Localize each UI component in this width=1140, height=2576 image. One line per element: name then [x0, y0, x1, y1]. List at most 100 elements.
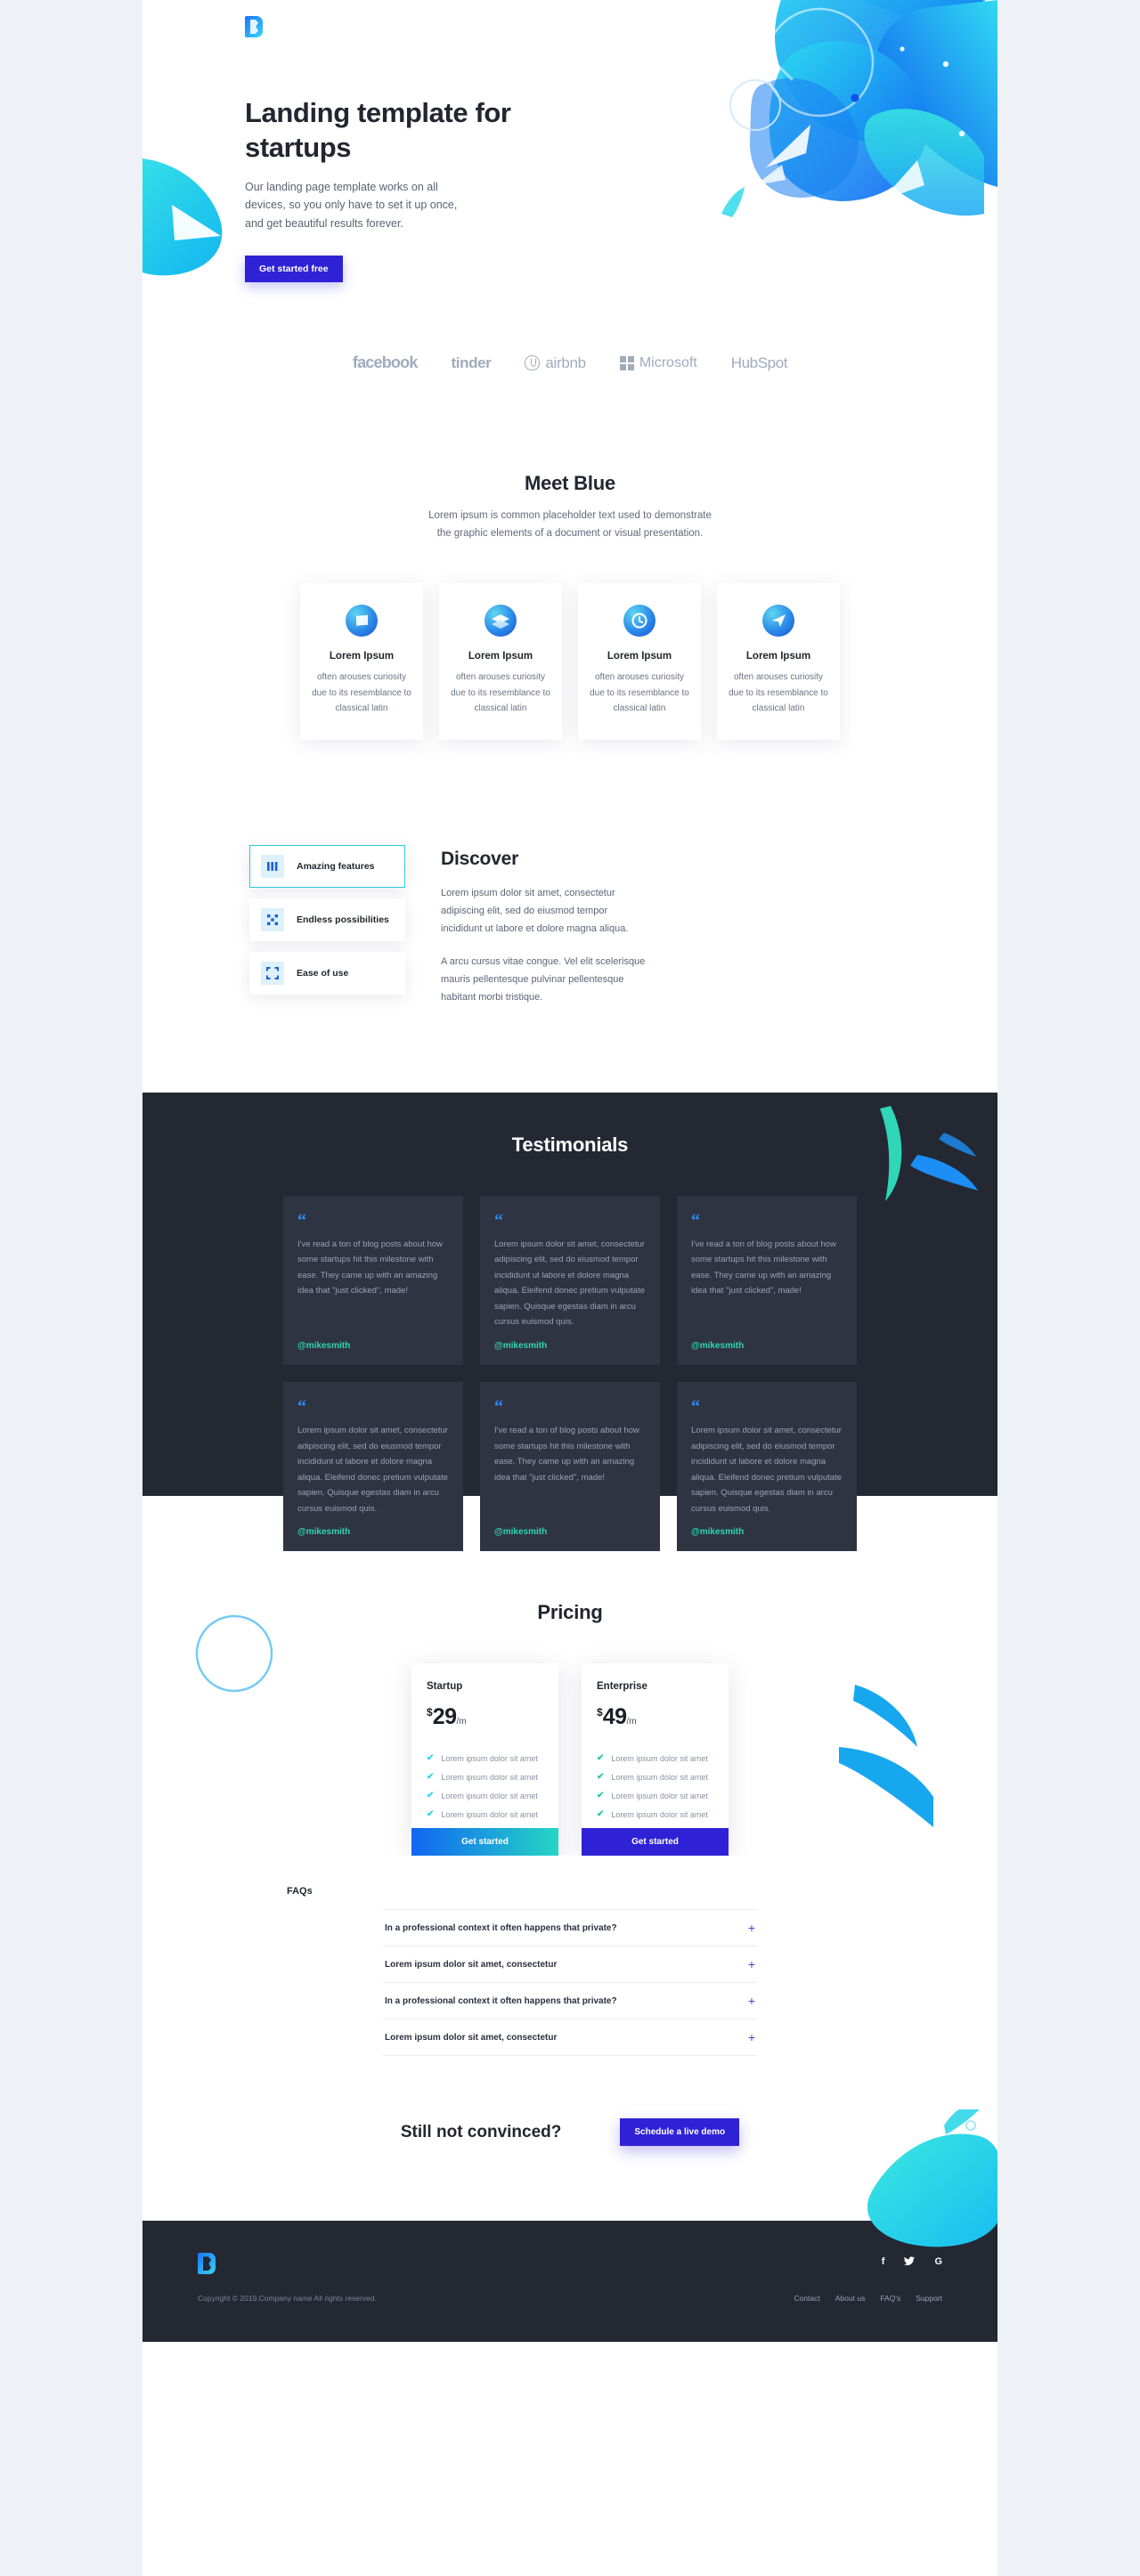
plan-name: Startup — [427, 1681, 463, 1693]
plan-amount: 49 — [602, 1704, 627, 1730]
discover-tab-label: Endless possibilities — [297, 914, 389, 925]
sphere-layers-icon — [484, 605, 517, 638]
feature-card-text: often arouses curiosity due to its resem… — [451, 672, 550, 714]
discover-tab-endless-possibilities[interactable]: Endless possibilities — [249, 898, 405, 941]
discover-tab-label: Amazing features — [297, 860, 375, 872]
plan-feature: ✔ Lorem ipsum dolor sit amet — [427, 1753, 543, 1763]
social-links: f G — [882, 2253, 942, 2269]
discover-tab-amazing-features[interactable]: Amazing features — [249, 844, 405, 888]
discover-tab-ease-of-use[interactable]: Ease of use — [249, 951, 405, 995]
testimonial-card: “ Lorem ipsum dolor sit amet, consectetu… — [677, 1382, 857, 1552]
testimonials-grid-row-1: “ I've read a ton of blog posts about ho… — [142, 1195, 998, 1366]
check-icon: ✔ — [427, 1772, 435, 1783]
google-icon[interactable]: G — [934, 2256, 942, 2269]
scatter-icon — [261, 907, 284, 931]
footer-bottom-row: Copyright © 2019.Company name All rights… — [198, 2294, 942, 2303]
check-icon: ✔ — [597, 1753, 605, 1764]
footer-link-about-us[interactable]: About us — [835, 2294, 866, 2303]
feature-card-title: Lorem Ipsum — [468, 651, 533, 662]
plan-feature: ✔ Lorem ipsum dolor sit amet — [597, 1772, 713, 1782]
plan-feature-text: Lorem ipsum dolor sit amet — [611, 1753, 708, 1763]
plan-feature: ✔ Lorem ipsum dolor sit amet — [597, 1791, 713, 1800]
testimonial-handle[interactable]: @mikesmith — [297, 1341, 449, 1351]
check-icon: ✔ — [427, 1753, 435, 1764]
faqs-title: FAQs — [287, 1886, 313, 1897]
faq-item[interactable]: In a professional context it often happe… — [383, 1982, 757, 2019]
faq-question: Lorem ipsum dolor sit amet, consectetur — [385, 1959, 558, 1970]
testimonial-handle[interactable]: @mikesmith — [494, 1341, 646, 1351]
testimonial-card: “ Lorem ipsum dolor sit amet, consectetu… — [283, 1382, 463, 1552]
footer-link-support[interactable]: Support — [916, 2294, 942, 2303]
logo-airbnb-label: airbnb — [545, 353, 586, 371]
plan-feature: ✔ Lorem ipsum dolor sit amet — [427, 1809, 543, 1819]
check-icon: ✔ — [427, 1791, 435, 1801]
faq-item[interactable]: In a professional context it often happe… — [383, 1909, 757, 1946]
quote-icon: “ — [297, 1210, 306, 1231]
discover-section: Amazing features Endless possibilities E… — [142, 775, 998, 1093]
enterprise-get-started-button[interactable]: Get started — [582, 1828, 729, 1857]
feature-card[interactable]: Lorem Ipsum often arouses curiosity due … — [300, 583, 423, 740]
facebook-icon[interactable]: f — [882, 2256, 885, 2269]
plan-currency: $ — [597, 1706, 603, 1719]
feature-card[interactable]: Lorem Ipsum often arouses curiosity due … — [578, 583, 701, 740]
testimonial-text: I've read a ton of blog posts about how … — [297, 1239, 443, 1296]
hero-title: Landing template for startups — [245, 97, 511, 163]
feature-card-title: Lorem Ipsum — [607, 651, 672, 662]
client-logos-row: facebook tinder airbnb Microsoft HubSpot — [142, 307, 998, 418]
pricing-card-startup: Startup $29/m ✔ Lorem ipsum dolor sit ame… — [411, 1663, 558, 1857]
plan-price: $49/m — [597, 1704, 713, 1730]
hero-section: Landing template for startups Our landin… — [142, 0, 998, 307]
testimonial-handle[interactable]: @mikesmith — [297, 1527, 449, 1537]
footer-top-row: f G — [198, 2253, 942, 2275]
plan-feature-text: Lorem ipsum dolor sit amet — [441, 1809, 538, 1819]
check-icon: ✔ — [597, 1791, 605, 1801]
feature-card[interactable]: Lorem Ipsum often arouses curiosity due … — [717, 583, 840, 740]
testimonials-grid-row-2: “ Lorem ipsum dolor sit amet, consectetu… — [142, 1382, 998, 1552]
schedule-demo-button[interactable]: Schedule a live demo — [620, 2118, 740, 2147]
logo-microsoft-label: Microsoft — [639, 354, 697, 370]
footer-blue-logo-icon[interactable] — [198, 2253, 216, 2275]
logo-tinder-label: tinder — [451, 353, 492, 371]
feature-card-title: Lorem Ipsum — [329, 651, 395, 662]
faq-question: In a professional context it often happe… — [385, 1995, 617, 2006]
faqs-list: FAQs In a professional context it often … — [287, 1886, 757, 2057]
meet-blue-title: Meet Blue — [524, 472, 616, 494]
bars-icon — [261, 854, 284, 878]
twitter-icon[interactable] — [904, 2256, 916, 2269]
quote-icon: “ — [494, 1210, 503, 1231]
meet-blue-subtitle: Lorem ipsum is common placeholder text u… — [428, 510, 712, 539]
footer-link-contact[interactable]: Contact — [794, 2294, 819, 2303]
faq-item[interactable]: Lorem ipsum dolor sit amet, consectetur … — [383, 1946, 757, 1982]
plan-feature-text: Lorem ipsum dolor sit amet — [611, 1772, 708, 1782]
testimonial-text: I've read a ton of blog posts about how … — [691, 1239, 836, 1296]
meet-blue-section: Meet Blue Lorem ipsum is common placehol… — [142, 418, 998, 776]
plan-currency: $ — [427, 1706, 433, 1719]
plus-icon[interactable]: + — [748, 2031, 755, 2044]
feature-card[interactable]: Lorem Ipsum often arouses curiosity due … — [439, 583, 562, 740]
plus-icon[interactable]: + — [748, 1922, 755, 1934]
get-started-free-button[interactable]: Get started free — [245, 256, 343, 283]
feature-card-title: Lorem Ipsum — [745, 651, 811, 662]
quote-icon: “ — [691, 1210, 700, 1231]
check-icon: ✔ — [427, 1809, 435, 1820]
quote-icon: “ — [494, 1397, 503, 1418]
logo-hubspot-label: HubSpot — [730, 353, 788, 371]
feature-card-text: often arouses curiosity due to its resem… — [312, 672, 411, 714]
faq-item[interactable]: Lorem ipsum dolor sit amet, consectetur … — [383, 2019, 757, 2057]
discover-tab-label: Ease of use — [297, 967, 349, 979]
testimonial-handle[interactable]: @mikesmith — [494, 1527, 646, 1537]
footer-link-faqs[interactable]: FAQ's — [880, 2294, 900, 2303]
pricing-cards: Startup $29/m ✔ Lorem ipsum dolor sit ame… — [142, 1663, 998, 1857]
feature-card-text: often arouses curiosity due to its resem… — [729, 672, 828, 714]
testimonial-handle[interactable]: @mikesmith — [691, 1341, 843, 1351]
startup-get-started-button[interactable]: Get started — [411, 1828, 558, 1857]
plan-feature-text: Lorem ipsum dolor sit amet — [611, 1791, 708, 1800]
testimonial-handle[interactable]: @mikesmith — [691, 1527, 843, 1537]
airbnb-icon — [525, 355, 541, 370]
plus-icon[interactable]: + — [748, 1958, 755, 1971]
plus-icon[interactable]: + — [748, 1995, 755, 2007]
blue-logo-icon[interactable] — [245, 16, 263, 37]
testimonial-card: “ Lorem ipsum dolor sit amet, consectetu… — [480, 1195, 660, 1366]
testimonial-card: “ I've read a ton of blog posts about ho… — [677, 1195, 857, 1366]
sphere-send-icon — [762, 605, 794, 638]
